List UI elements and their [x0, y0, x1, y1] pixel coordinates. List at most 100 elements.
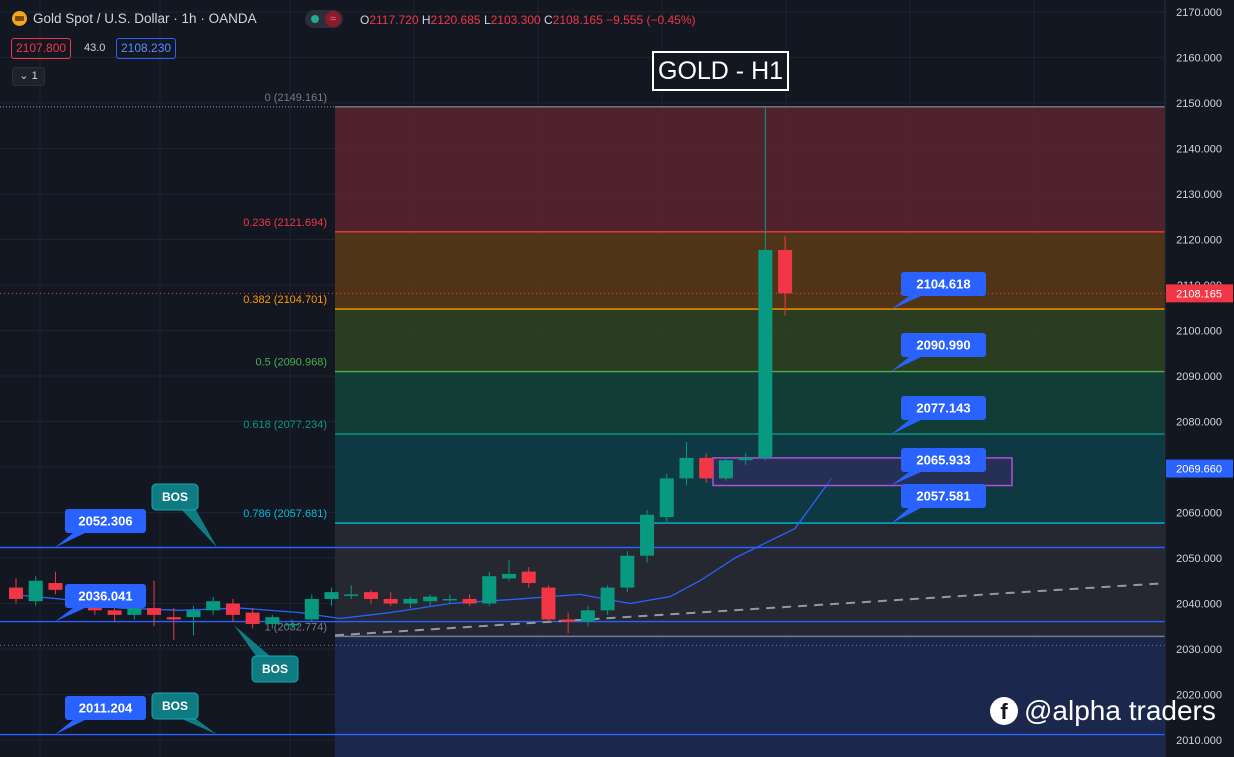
buy-button[interactable]: 2108.230	[116, 38, 177, 59]
price-axis-tick: 2040.000	[1176, 599, 1222, 611]
candle-body	[186, 610, 201, 618]
close-key: C	[544, 13, 553, 27]
structure-label: 2052.306	[78, 514, 132, 529]
price-axis-tick: 2100.000	[1176, 326, 1222, 338]
candle-body	[640, 514, 655, 556]
wave-icon: ≈	[325, 11, 341, 27]
candle-body	[423, 596, 438, 602]
sell-button[interactable]: 2107.800	[11, 38, 72, 59]
watermark-text: @alpha traders	[1024, 695, 1216, 726]
candle-body	[482, 576, 497, 604]
fib-zone	[335, 371, 1165, 435]
price-axis-tick: 2060.000	[1176, 508, 1222, 520]
indicators-toggle-button[interactable]: ⌄ 1	[12, 67, 45, 86]
candle-body	[147, 608, 162, 615]
candle-body	[580, 610, 595, 622]
gold-coin-icon	[12, 11, 27, 26]
price-label: 2065.933	[916, 453, 970, 468]
price-axis-tick: 2050.000	[1176, 553, 1222, 565]
bos-pointer	[182, 719, 217, 735]
fib-zone	[335, 523, 1165, 637]
chart-title: GOLD - H1	[652, 51, 790, 91]
low-key: L	[483, 13, 491, 27]
fib-zone	[335, 106, 1165, 232]
spread-value: 43.0	[84, 42, 106, 54]
structure-label-pointer	[55, 533, 85, 548]
current-price-tag: 2108.165	[1176, 288, 1222, 300]
market-open-dot-icon	[311, 15, 319, 23]
candle-body	[659, 478, 674, 518]
price-axis-tick: 2160.000	[1176, 53, 1222, 65]
low-value: 2103.300	[490, 13, 541, 27]
fib-label-0.236: 0.236 (2121.694)	[243, 217, 327, 229]
chart-canvas[interactable]: 0 (2149.161) 0.236 (2121.694) 0.382 (2104.…	[0, 0, 1234, 757]
ohlc-readout: O2117.720 H2120.685 L2103.300 C2108.165 …	[360, 13, 696, 27]
bos-label: BOS	[162, 699, 188, 713]
candle-body	[9, 587, 23, 599]
candle-body	[679, 457, 694, 479]
candle-body	[166, 617, 181, 620]
candle-body	[758, 249, 773, 458]
fib-label-0.382: 0.382 (2104.701)	[243, 294, 327, 306]
candle-body	[265, 617, 280, 624]
candle-body	[738, 457, 753, 461]
candle-body	[285, 623, 300, 626]
price-axis-tick: 2080.000	[1176, 417, 1222, 429]
price-axis-tick: 2150.000	[1176, 98, 1222, 110]
indicator-count: 1	[31, 70, 38, 82]
price-axis-tick: 2010.000	[1176, 735, 1222, 747]
fib-label-0.5: 0.5 (2090.968)	[255, 357, 327, 369]
candle-body	[107, 610, 122, 615]
structure-label: 2011.204	[79, 701, 133, 716]
price-axis-tick: 2170.000	[1176, 7, 1222, 19]
fib-label-0.618: 0.618 (2077.234)	[243, 419, 327, 431]
candle-body	[561, 619, 576, 622]
candle-body	[206, 601, 221, 611]
candle-body	[28, 580, 43, 602]
candle-body	[344, 594, 359, 596]
candle-body	[383, 598, 398, 604]
candle-body	[245, 612, 260, 624]
price-label: 2057.581	[916, 489, 970, 504]
candle-body	[462, 598, 477, 604]
close-value: 2108.165	[552, 13, 603, 27]
candle-body	[363, 592, 378, 599]
bos-label: BOS	[262, 662, 288, 676]
fib-zone	[335, 309, 1165, 372]
change-value: −9.555 (−0.45%)	[606, 13, 696, 27]
candle-body	[48, 583, 63, 590]
price-label: 2104.618	[916, 277, 970, 292]
price-label: 2077.143	[916, 401, 970, 416]
market-status-toggle[interactable]: ≈	[305, 10, 343, 28]
candle-body	[324, 592, 339, 599]
structure-label-pointer	[55, 608, 85, 622]
bos-label: BOS	[162, 490, 188, 504]
open-key: O	[360, 13, 370, 27]
chevron-down-icon: ⌄	[19, 70, 29, 82]
symbol-title[interactable]: Gold Spot / U.S. Dollar · 1h · OANDA	[12, 11, 257, 26]
price-axis-tick: 2030.000	[1176, 644, 1222, 656]
candle-body	[718, 460, 733, 479]
candle-body	[225, 603, 240, 615]
fib-zone	[335, 231, 1165, 310]
price-axis-tick: 2090.000	[1176, 371, 1222, 383]
candle-body	[127, 608, 142, 615]
symbol-title-text: Gold Spot / U.S. Dollar · 1h · OANDA	[33, 11, 257, 26]
fib-label-0: 0 (2149.161)	[265, 92, 327, 104]
candle-body	[521, 571, 536, 584]
bos-pointer	[182, 510, 217, 548]
structure-label: 2036.041	[78, 589, 132, 604]
price-axis-tick: 2130.000	[1176, 189, 1222, 201]
candle-body	[620, 555, 635, 588]
candle-body	[403, 598, 418, 604]
candle-body	[600, 587, 615, 611]
candle-body	[699, 457, 714, 479]
high-key: H	[421, 13, 431, 27]
candle-body	[442, 598, 457, 601]
candle-body	[778, 249, 793, 294]
high-value: 2120.685	[430, 13, 481, 27]
open-value: 2117.720	[369, 13, 419, 27]
candle-body	[541, 587, 556, 620]
ma-price-tag: 2069.660	[1176, 464, 1222, 476]
candle-body	[502, 573, 516, 579]
